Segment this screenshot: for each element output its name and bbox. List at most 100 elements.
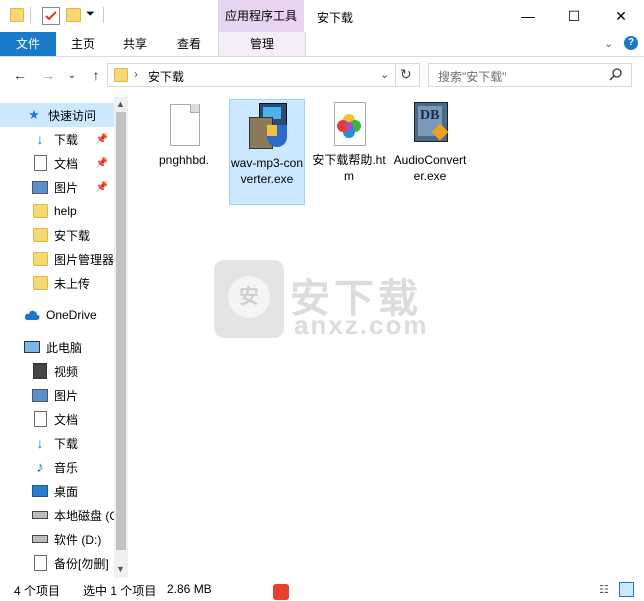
close-button[interactable]: ✕ (598, 0, 644, 32)
sidebar-pc-videos[interactable]: 视频 (0, 359, 114, 383)
new-folder-icon[interactable] (66, 8, 81, 22)
sidebar-pc-downloads[interactable]: ↓ 下载 (0, 431, 114, 455)
music-note-icon: ♪ (36, 458, 44, 476)
properties-icon[interactable] (42, 7, 60, 25)
sidebar-item-label: 文档 (54, 412, 79, 427)
window-title: 安下载 (317, 11, 354, 25)
document-icon (32, 411, 48, 427)
film-icon (32, 363, 48, 379)
sidebar-item-downloads[interactable]: ↓ 下载 📌 (0, 127, 114, 151)
up-button[interactable]: ↑ (86, 64, 106, 86)
divider (395, 64, 396, 86)
breadcrumb-current[interactable]: 安下载 (148, 68, 184, 85)
scroll-down-icon[interactable]: ▼ (116, 564, 125, 574)
sidebar-item-label: 图片管理器 (54, 252, 114, 267)
drive-icon (32, 507, 48, 523)
folder-icon (32, 251, 48, 267)
sidebar-item-help[interactable]: help (0, 199, 114, 223)
sidebar-pc-drive-c[interactable]: 本地磁盘 (C:) (0, 503, 114, 527)
scrollbar-thumb[interactable] (116, 112, 126, 550)
file-item[interactable]: DB AudioConverter.exe (393, 100, 467, 184)
pin-icon: 📌 (95, 181, 108, 193)
picture-icon (32, 387, 48, 403)
picture-icon (32, 179, 48, 195)
computer-icon (24, 339, 40, 355)
folder-icon (32, 203, 48, 219)
drive-icon (32, 531, 48, 547)
tab-share[interactable]: 共享 (112, 32, 158, 56)
tab-home[interactable]: 主页 (60, 32, 106, 56)
download-arrow-icon: ↓ (36, 131, 44, 147)
sidebar-item-label: 未上传 (54, 276, 91, 291)
sidebar-item-label: 桌面 (54, 484, 79, 499)
sidebar-item-not-uploaded[interactable]: 未上传 (0, 271, 114, 295)
htm-file-icon (331, 100, 367, 148)
file-item[interactable]: pnghhbd. (147, 100, 221, 168)
quick-access-dropdown-icon[interactable]: ⏷ (86, 8, 95, 21)
tab-view[interactable]: 查看 (166, 32, 212, 56)
ime-logo-icon (273, 584, 289, 600)
sidebar-pc-pictures[interactable]: 图片 (0, 383, 114, 407)
sidebar-item-label: 安下载 (54, 228, 91, 243)
sidebar-item-label: 此电脑 (46, 340, 83, 355)
search-input[interactable]: 搜索"安下载" (428, 63, 632, 87)
sidebar-item-picture-manager[interactable]: 图片管理器 (0, 247, 114, 271)
forward-button[interactable]: → (38, 64, 58, 86)
sidebar-pc-documents[interactable]: 文档 (0, 407, 114, 431)
selection-size: 2.86 MB (167, 582, 212, 596)
folder-icon (32, 227, 48, 243)
watermark-en: anxz.com (294, 310, 429, 340)
help-icon[interactable]: ? (624, 36, 638, 50)
sidebar-item-label: OneDrive (46, 308, 97, 322)
address-dropdown-icon[interactable]: ⌄ (380, 68, 389, 81)
sidebar-onedrive[interactable]: OneDrive (0, 303, 114, 327)
watermark-logo: 安 (214, 260, 284, 338)
breadcrumb-separator[interactable]: › (134, 67, 138, 81)
address-bar[interactable]: › 安下载 ⌄ ↻ (107, 63, 420, 87)
details-view-icon[interactable]: ☷ (599, 583, 609, 596)
sidebar-this-pc[interactable]: 此电脑 (0, 335, 114, 359)
sidebar-item-pictures[interactable]: 图片 📌 (0, 175, 114, 199)
sidebar-item-label: 图片 (54, 180, 79, 195)
pin-icon: 📌 (95, 157, 108, 169)
tab-file[interactable]: 文件 (0, 32, 56, 56)
divider (103, 7, 104, 23)
sidebar-pc-music[interactable]: ♪ 音乐 (0, 455, 114, 479)
minimize-button[interactable]: — (505, 0, 551, 32)
recent-locations-icon[interactable]: ⌄ (62, 64, 82, 86)
sidebar-pc-backup[interactable]: 备份[勿删] (0, 551, 114, 575)
audio-converter-icon: DB (408, 100, 452, 150)
star-icon: ★ (28, 107, 40, 122)
back-button[interactable]: ← (10, 64, 30, 86)
large-icons-view-icon[interactable] (619, 582, 634, 597)
sidebar-pc-desktop[interactable]: 桌面 (0, 479, 114, 503)
installer-icon (245, 103, 289, 151)
folder-icon (10, 8, 24, 22)
sidebar-item-anxz[interactable]: 安下载 (0, 223, 114, 247)
file-name: pnghhbd. (158, 153, 210, 167)
sidebar-item-label: help (54, 204, 77, 218)
watermark-badge: 安 (228, 276, 270, 318)
scroll-up-icon[interactable]: ▲ (116, 99, 125, 109)
sidebar-item-label: 本地磁盘 (C:) (54, 508, 114, 523)
desktop-icon (32, 483, 48, 499)
tab-manage[interactable]: 管理 (218, 32, 306, 56)
sidebar-item-label: 下载 (54, 436, 79, 451)
sidebar-item-label: 下载 (54, 132, 79, 147)
divider (30, 7, 31, 23)
file-item-selected[interactable]: wav-mp3-converter.exe (229, 99, 305, 205)
maximize-button[interactable]: ☐ (551, 0, 597, 32)
ribbon-expand-icon[interactable]: ⌄ (604, 37, 613, 50)
file-item[interactable]: 安下载帮助.htm (312, 100, 386, 184)
context-tab-app-tools: 应用程序工具 (218, 0, 304, 32)
search-icon[interactable] (609, 67, 623, 84)
pin-icon: 📌 (95, 133, 108, 145)
refresh-button[interactable]: ↻ (400, 66, 412, 83)
sidebar-item-label: 备份[勿删] (54, 556, 109, 571)
sidebar-pc-drive-d[interactable]: 软件 (D:) (0, 527, 114, 551)
sidebar-quick-access[interactable]: ★ 快速访问 (0, 103, 114, 127)
sidebar-item-documents[interactable]: 文档 📌 (0, 151, 114, 175)
selection-count: 选中 1 个项目 (83, 584, 157, 598)
folder-icon (114, 68, 128, 82)
sidebar-item-label: 视频 (54, 364, 79, 379)
